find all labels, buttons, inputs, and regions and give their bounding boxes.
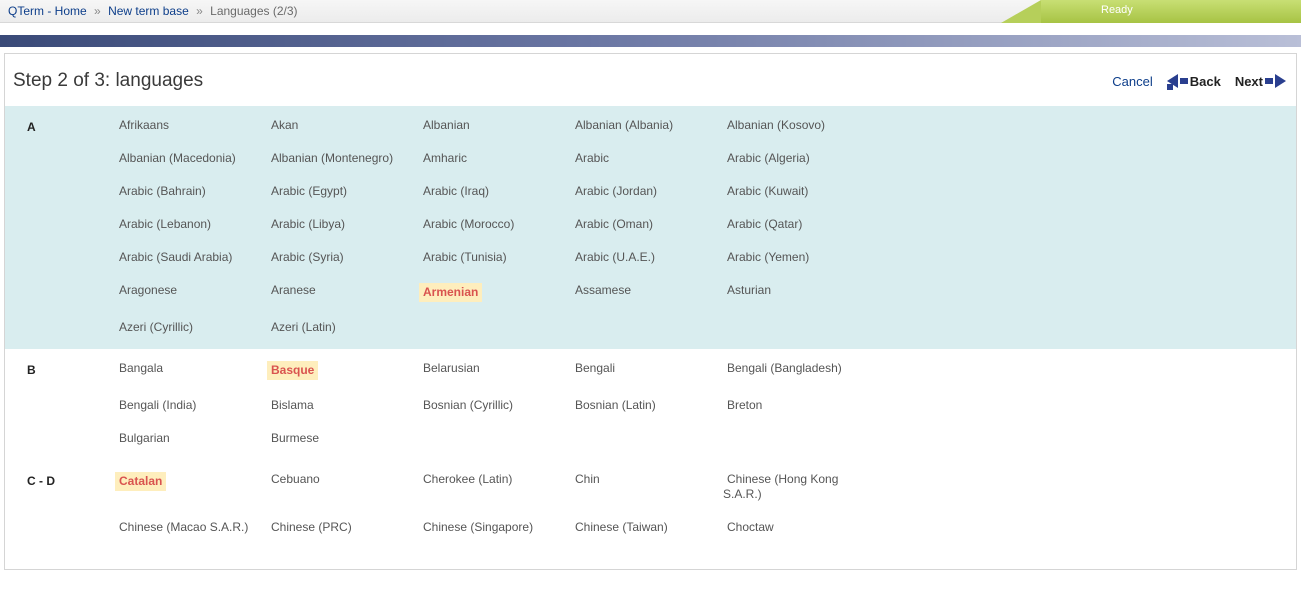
- language-item[interactable]: Bengali: [571, 359, 619, 377]
- breadcrumb-sep: »: [196, 4, 203, 18]
- breadcrumb-sep: »: [94, 4, 101, 18]
- cancel-button[interactable]: Cancel: [1112, 74, 1152, 89]
- language-item[interactable]: Chinese (Hong Kong S.A.R.): [723, 470, 838, 503]
- language-item[interactable]: Bangala: [115, 359, 167, 377]
- back-button[interactable]: Back: [1167, 74, 1221, 89]
- language-item[interactable]: Bosnian (Cyrillic): [419, 396, 517, 414]
- section-letter: B: [15, 361, 115, 446]
- language-item[interactable]: Choctaw: [723, 518, 778, 536]
- language-item[interactable]: Arabic (Yemen): [723, 248, 813, 266]
- language-item[interactable]: Bengali (Bangladesh): [723, 359, 846, 377]
- language-item[interactable]: Arabic (Syria): [267, 248, 348, 266]
- breadcrumb-newbase[interactable]: New term base: [108, 4, 189, 18]
- language-item[interactable]: Armenian: [419, 283, 482, 302]
- language-item[interactable]: Arabic (Bahrain): [115, 182, 210, 200]
- language-item[interactable]: Chin: [571, 470, 604, 488]
- language-section: AAfrikaans Akan Albanian Albanian (Albania)…: [5, 106, 1296, 349]
- language-item[interactable]: Arabic: [571, 149, 613, 167]
- language-item[interactable]: Chinese (Singapore): [419, 518, 537, 536]
- status-text: Ready: [1041, 0, 1301, 23]
- language-item[interactable]: Albanian (Kosovo): [723, 116, 829, 134]
- arrow-left-icon: [1167, 74, 1178, 88]
- language-item[interactable]: Bulgarian: [115, 429, 174, 447]
- language-item[interactable]: Cherokee (Latin): [419, 470, 516, 488]
- language-section: C - DCatalanCebuanoCherokee (Latin)ChinC…: [5, 460, 1296, 549]
- decorative-band: [0, 35, 1301, 47]
- language-item[interactable]: Arabic (Morocco): [419, 215, 518, 233]
- status-tab: Ready: [1001, 0, 1301, 23]
- language-item[interactable]: Albanian (Montenegro): [267, 149, 397, 167]
- language-item[interactable]: Breton: [723, 396, 766, 414]
- arrow-right-icon: [1275, 74, 1286, 88]
- language-grid: Catalan Cebuano Cherokee (Latin) Chin Chines…: [115, 472, 1286, 535]
- wizard-nav: Cancel Back Next: [1112, 74, 1286, 89]
- language-item[interactable]: Afrikaans: [115, 116, 173, 134]
- next-button[interactable]: Next: [1235, 74, 1286, 89]
- language-item[interactable]: Amharic: [419, 149, 471, 167]
- language-item[interactable]: Azeri (Cyrillic): [115, 318, 197, 336]
- language-item[interactable]: Bosnian (Latin): [571, 396, 660, 414]
- language-item[interactable]: Catalan: [115, 472, 166, 491]
- language-item[interactable]: Chinese (Taiwan): [571, 518, 672, 536]
- language-item[interactable]: Arabic (Iraq): [419, 182, 493, 200]
- language-item[interactable]: Basque: [267, 361, 318, 380]
- language-item[interactable]: Cebuano: [267, 470, 324, 488]
- language-section: BBangala Basque Belarusian Bengali Bengali (…: [5, 349, 1296, 460]
- section-letter: A: [15, 118, 115, 335]
- language-item[interactable]: Burmese: [267, 429, 323, 447]
- language-item[interactable]: Arabic (Tunisia): [419, 248, 511, 266]
- language-grid: Afrikaans Akan Albanian Albanian (Albania) A…: [115, 118, 1286, 335]
- language-item[interactable]: Arabic (Qatar): [723, 215, 806, 233]
- language-item[interactable]: Albanian: [419, 116, 474, 134]
- language-item[interactable]: Belarusian: [419, 359, 484, 377]
- page-title: Step 2 of 3: languages: [13, 70, 1112, 92]
- language-item[interactable]: Akan: [267, 116, 302, 134]
- language-item[interactable]: Albanian (Macedonia): [115, 149, 240, 167]
- language-item[interactable]: Arabic (Oman): [571, 215, 657, 233]
- language-item[interactable]: Azeri (Latin): [267, 318, 340, 336]
- wizard-panel: Step 2 of 3: languages Cancel Back Next …: [4, 53, 1297, 570]
- language-item[interactable]: Arabic (U.A.E.): [571, 248, 659, 266]
- language-item[interactable]: Arabic (Kuwait): [723, 182, 812, 200]
- language-item[interactable]: Arabic (Saudi Arabia): [115, 248, 236, 266]
- language-item[interactable]: Bislama: [267, 396, 318, 414]
- breadcrumb-home[interactable]: QTerm - Home: [8, 4, 87, 18]
- language-grid: Bangala Basque Belarusian Bengali Bengali (B…: [115, 361, 1286, 446]
- section-letter: C - D: [15, 472, 115, 535]
- language-item[interactable]: Aragonese: [115, 281, 181, 299]
- language-item[interactable]: Arabic (Lebanon): [115, 215, 215, 233]
- language-item[interactable]: Arabic (Egypt): [267, 182, 351, 200]
- breadcrumb: QTerm - Home » New term base » Languages…: [0, 0, 1301, 23]
- language-item[interactable]: Arabic (Algeria): [723, 149, 814, 167]
- language-item[interactable]: Assamese: [571, 281, 635, 299]
- language-item[interactable]: Arabic (Jordan): [571, 182, 661, 200]
- breadcrumb-current: Languages (2/3): [210, 4, 297, 18]
- language-item[interactable]: Chinese (PRC): [267, 518, 356, 536]
- language-item[interactable]: Asturian: [723, 281, 775, 299]
- language-item[interactable]: Bengali (India): [115, 396, 200, 414]
- language-item[interactable]: Chinese (Macao S.A.R.): [115, 518, 252, 536]
- language-item[interactable]: Albanian (Albania): [571, 116, 677, 134]
- language-item[interactable]: Arabic (Libya): [267, 215, 349, 233]
- language-item[interactable]: Aranese: [267, 281, 320, 299]
